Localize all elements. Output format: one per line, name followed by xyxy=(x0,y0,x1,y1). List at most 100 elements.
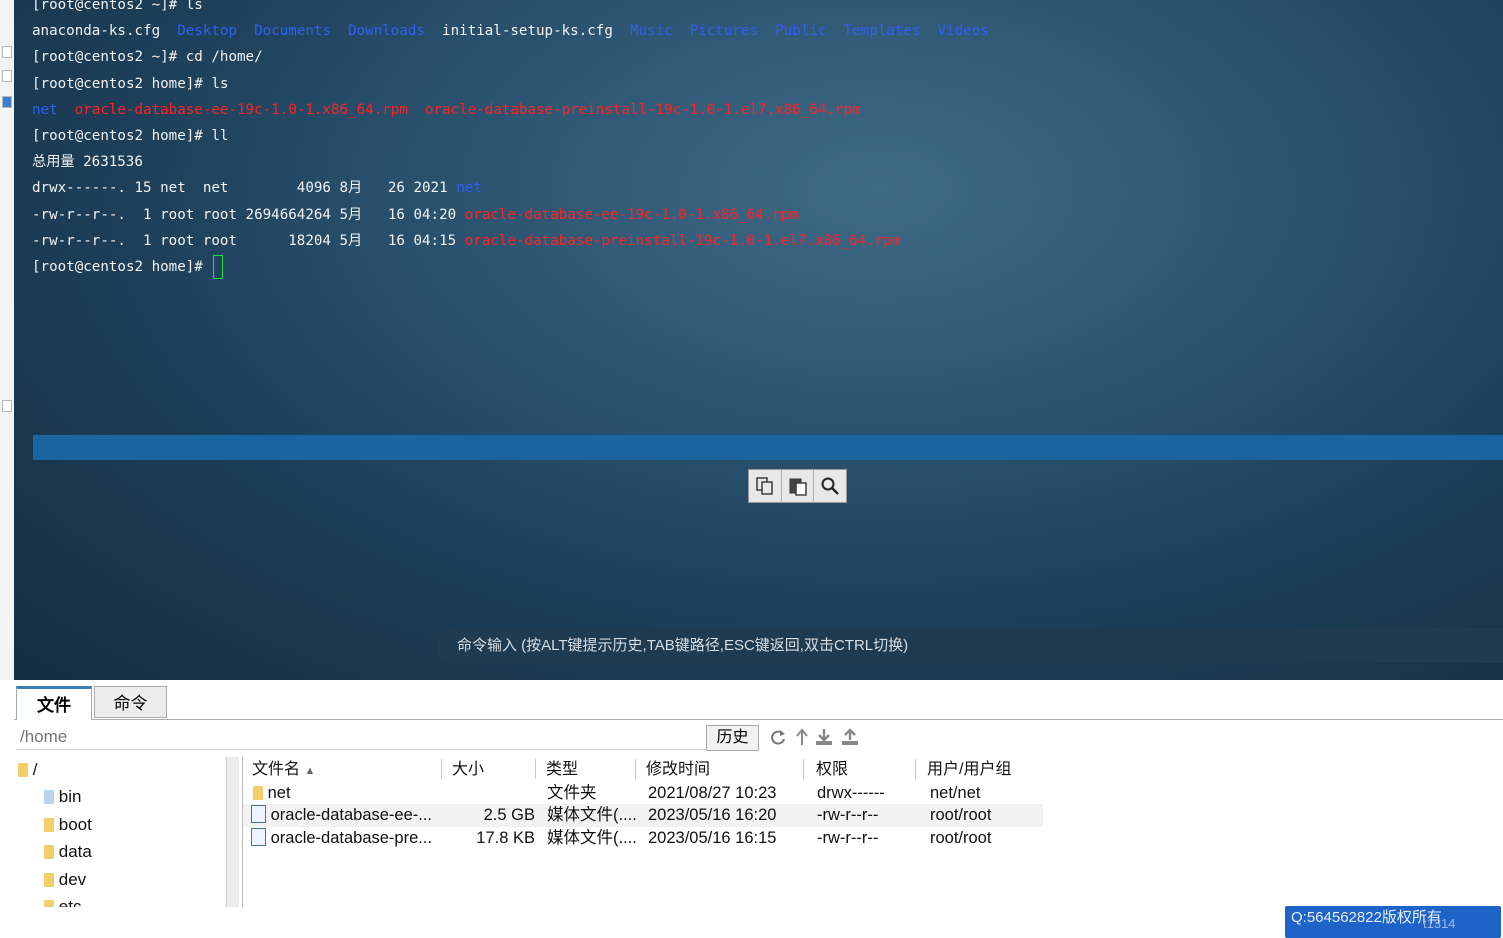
tree-label: / xyxy=(32,760,38,779)
column-divider xyxy=(635,759,636,779)
file-name: oracle-database-pre... xyxy=(251,827,432,850)
paste-icon[interactable] xyxy=(782,470,815,502)
header-label: 大小 xyxy=(452,761,485,778)
terminal-text: -rw-r--r--. 1 root root 18204 5月 16 04:1… xyxy=(32,232,465,249)
tree-label: etc xyxy=(58,897,82,907)
selection-highlight xyxy=(33,435,1503,460)
rpm-file: oracle-database-ee-19c-1.0-1.x86_64.rpm xyxy=(464,206,798,223)
file-size: 2.5 GB xyxy=(483,806,535,824)
dir-documents: Documents xyxy=(254,23,331,40)
tree-root[interactable]: / xyxy=(18,757,37,783)
header-label: 权限 xyxy=(816,761,849,778)
tree-scrollbar[interactable] xyxy=(226,757,239,907)
tree-item-dev[interactable]: dev xyxy=(44,867,86,893)
header-label: 用户/用户组 xyxy=(927,761,1012,778)
path-input[interactable] xyxy=(16,725,714,750)
terminal-line: [root@centos2 ~]# ls xyxy=(32,0,203,13)
command-input[interactable]: 命令输入 (按ALT键提示历史,TAB键路径,ESC键返回,双击CTRL切换) xyxy=(438,628,1503,663)
file-name: net xyxy=(253,782,291,805)
folder-icon xyxy=(18,763,28,777)
file-type: 媒体文件(.... xyxy=(547,829,637,847)
terminal-text: anaconda-ks.cfg xyxy=(32,23,178,40)
header-label: 类型 xyxy=(546,761,579,778)
column-header-name[interactable]: 文件名 ▲ xyxy=(252,757,442,783)
edge-marker xyxy=(2,46,12,58)
folder-link-icon xyxy=(44,790,54,804)
tree-label: bin xyxy=(58,787,82,806)
rpm-file: oracle-database-preinstall-19c-1.0-1.el7… xyxy=(464,232,901,249)
copyright-watermark: Q:564562822版权所有 t1314 xyxy=(1285,906,1501,938)
tree-item-etc[interactable]: etc xyxy=(44,894,81,907)
file-name-text: oracle-database-pre... xyxy=(270,829,433,847)
folder-icon xyxy=(253,786,263,800)
watermark-text: Q:564562822版权所有 xyxy=(1291,909,1442,926)
terminal-text: drwx------. 15 net net 4096 8月 26 2021 xyxy=(32,180,457,197)
file-type: 文件夹 xyxy=(547,784,597,802)
file-row[interactable]: oracle-database-pre... 17.8 KB 媒体文件(....… xyxy=(243,827,1043,850)
file-perms: -rw-r--r-- xyxy=(817,806,879,824)
bottom-tabs: 文件 命令 xyxy=(14,682,1503,720)
terminal-panel[interactable]: [root@centos2 ~]# ls anaconda-ks.cfg Des… xyxy=(14,0,1503,680)
column-header-type[interactable]: 类型 xyxy=(546,757,636,783)
column-header-perms[interactable]: 权限 xyxy=(816,757,916,783)
column-header-modified[interactable]: 修改时间 xyxy=(646,757,804,783)
tree-label: dev xyxy=(58,870,87,889)
file-perms: drwx------ xyxy=(817,784,885,802)
terminal-line: net oracle-database-ee-19c-1.0-1.x86_64.… xyxy=(32,97,989,123)
terminal-line: [root@centos2 home]# ls xyxy=(32,75,229,92)
column-divider xyxy=(441,759,442,779)
sort-asc-icon: ▲ xyxy=(304,765,316,777)
folder-icon xyxy=(44,873,54,887)
dir-pictures: Pictures xyxy=(689,23,759,40)
terminal-output: [root@centos2 ~]# ls anaconda-ks.cfg Des… xyxy=(32,0,989,280)
folder-icon xyxy=(44,845,54,859)
dir-public: Public xyxy=(775,23,827,40)
watermark-overlay-text: t1314 xyxy=(1423,916,1456,931)
dir-music: Music xyxy=(629,23,673,40)
file-modified: 2021/08/27 10:23 xyxy=(648,784,777,802)
path-bar: 历史 xyxy=(14,723,1503,751)
terminal-text: -rw-r--r--. 1 root root 2694664264 5月 16… xyxy=(32,206,465,223)
column-divider xyxy=(803,759,804,779)
copy-icon[interactable] xyxy=(749,470,782,502)
file-name: oracle-database-ee-... xyxy=(251,804,432,827)
media-file-icon xyxy=(251,828,266,846)
file-size xyxy=(457,782,535,805)
upload-icon[interactable] xyxy=(840,726,860,748)
tree-item-data[interactable]: data xyxy=(44,839,92,865)
resize-handle[interactable]: · · · · xyxy=(1169,676,1198,680)
column-divider xyxy=(915,759,916,779)
file-row[interactable]: oracle-database-ee-... 2.5 GB 媒体文件(.... … xyxy=(243,804,1043,827)
file-owner: root/root xyxy=(930,806,992,824)
download-icon[interactable] xyxy=(814,726,834,748)
tree-item-bin[interactable]: bin xyxy=(44,784,81,810)
terminal-cursor xyxy=(213,254,224,279)
tab-files[interactable]: 文件 xyxy=(16,686,92,720)
rpm-file: oracle-database-ee-19c-1.0-1.x86_64.rpm xyxy=(74,101,408,118)
refresh-icon[interactable] xyxy=(768,726,788,748)
terminal-line: [root@centos2 home]# xyxy=(32,254,989,280)
terminal-line: -rw-r--r--. 1 root root 18204 5月 16 04:1… xyxy=(32,228,989,254)
file-perms: -rw-r--r-- xyxy=(817,829,879,847)
search-icon[interactable] xyxy=(814,470,846,502)
history-button[interactable]: 历史 xyxy=(706,725,759,751)
terminal-text: initial-setup-ks.cfg xyxy=(442,23,613,40)
tree-item-boot[interactable]: boot xyxy=(44,812,92,838)
terminal-line: drwx------. 15 net net 4096 8月 26 2021 n… xyxy=(32,175,989,201)
file-name-text: net xyxy=(267,784,291,802)
column-header-size[interactable]: 大小 xyxy=(452,757,536,783)
up-icon[interactable] xyxy=(792,726,812,748)
terminal-line: anaconda-ks.cfg Desktop Documents Downlo… xyxy=(32,18,989,44)
dir-net: net xyxy=(456,180,482,197)
floating-toolbar xyxy=(748,469,847,503)
header-label: 文件名 xyxy=(252,761,301,778)
file-row[interactable]: net 文件夹 2021/08/27 10:23 drwx------ net/… xyxy=(243,782,1043,805)
folder-icon xyxy=(44,900,54,907)
edge-marker xyxy=(2,400,12,412)
file-size: 17.8 KB xyxy=(476,829,535,847)
file-modified: 2023/05/16 16:20 xyxy=(648,806,777,824)
file-name-text: oracle-database-ee-... xyxy=(270,806,433,824)
column-header-owner[interactable]: 用户/用户组 xyxy=(927,757,1047,783)
tab-commands[interactable]: 命令 xyxy=(94,686,167,718)
file-list: 文件名 ▲ 大小 类型 修改时间 权限 用户/用户组 net 文件夹 2021/… xyxy=(242,757,1503,907)
